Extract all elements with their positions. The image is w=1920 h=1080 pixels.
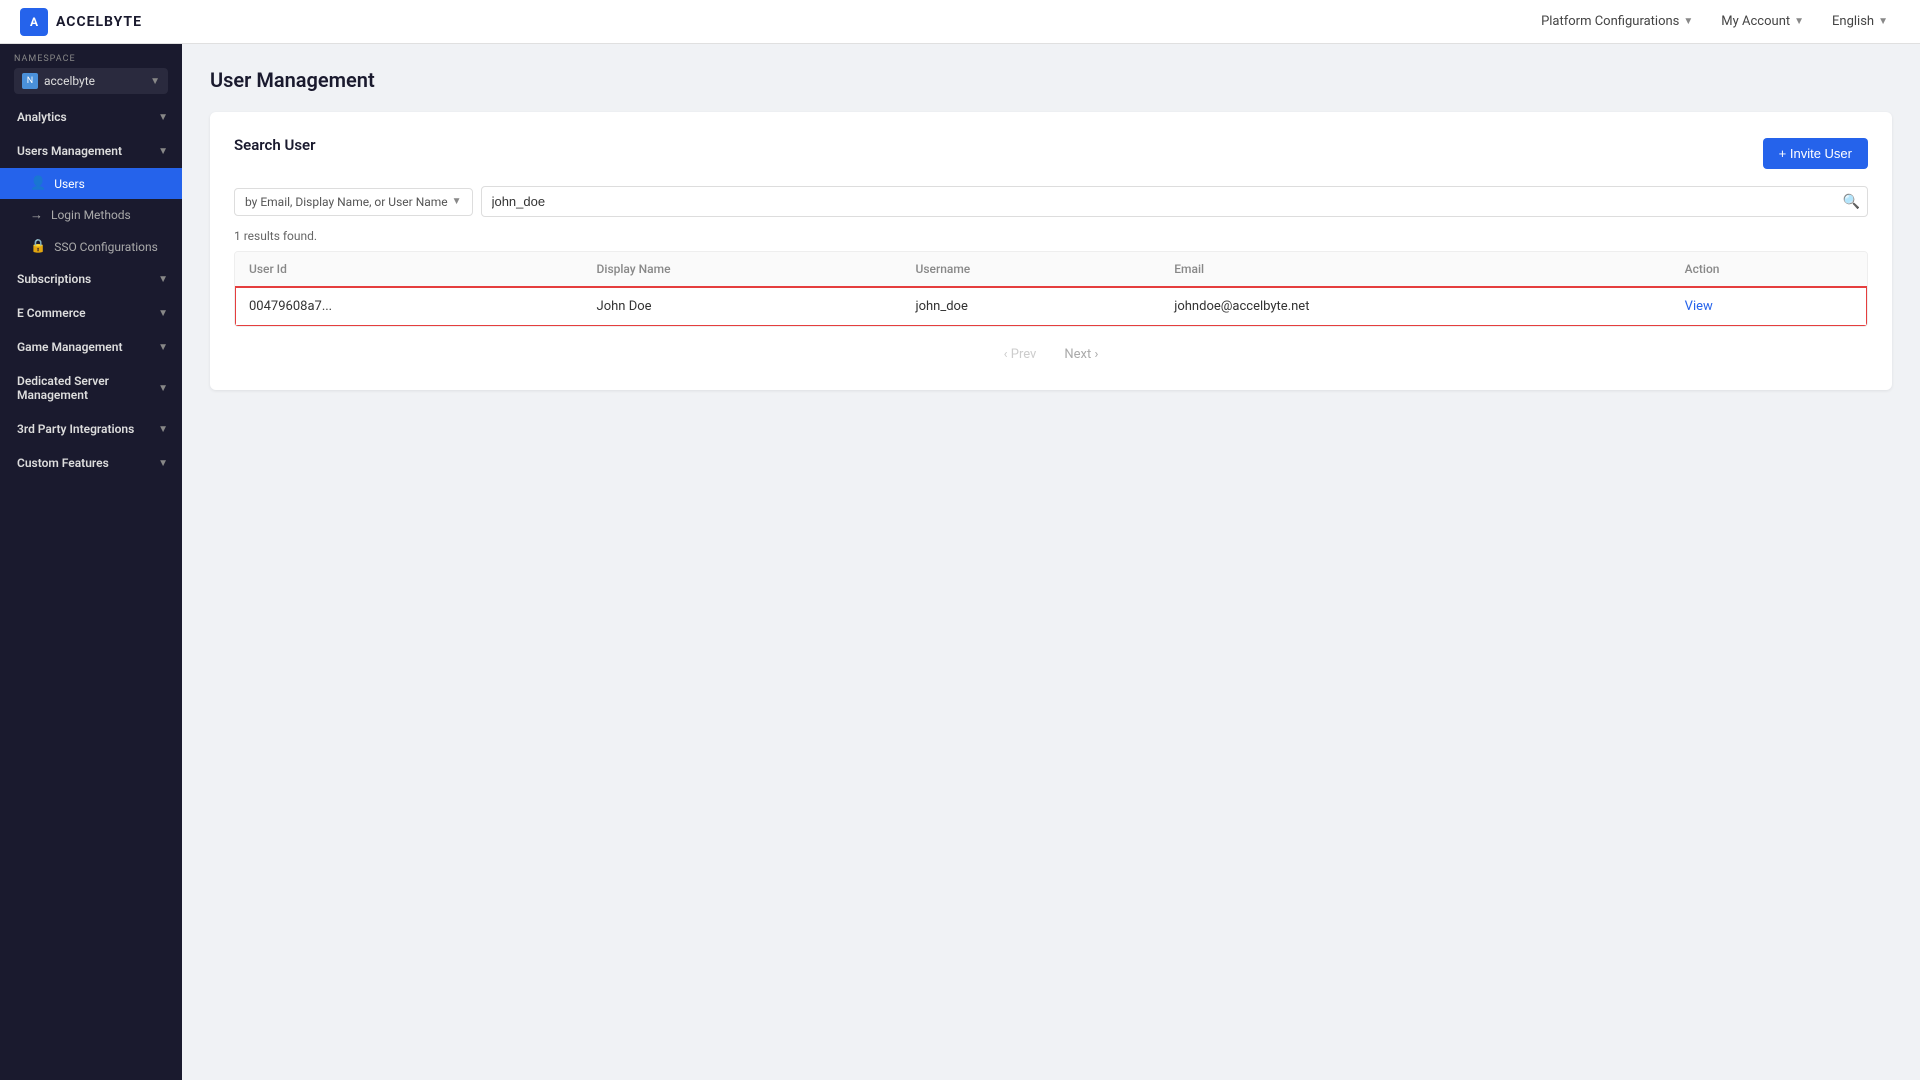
chevron-down-icon: ▼	[1794, 16, 1804, 27]
chevron-down-icon: ▼	[158, 112, 168, 123]
cell-action: View	[1671, 287, 1867, 327]
login-icon: →	[30, 207, 43, 223]
main-layout: NAMESPACE N accelbyte ▼ Analytics ▼ User…	[0, 44, 1920, 1080]
sidebar-item-users-management[interactable]: Users Management ▼	[0, 134, 182, 168]
col-action: Action	[1671, 252, 1867, 287]
prev-button[interactable]: ‹ Prev	[996, 343, 1045, 366]
content-area: User Management Search User + Invite Use…	[182, 44, 1920, 1080]
namespace-selector[interactable]: N accelbyte ▼	[14, 68, 168, 94]
search-icon[interactable]: 🔍	[1843, 194, 1860, 210]
invite-user-button[interactable]: + Invite User	[1763, 138, 1868, 169]
chevron-down-icon: ▼	[452, 196, 462, 207]
sidebar-subitem-users[interactable]: 👤 Users	[0, 168, 182, 199]
top-nav-right: Platform Configurations ▼ My Account ▼ E…	[1529, 10, 1900, 33]
sidebar-subitem-login-methods[interactable]: → Login Methods	[0, 199, 182, 231]
col-email: Email	[1160, 252, 1670, 287]
card-title: Search User	[234, 136, 316, 154]
chevron-down-icon: ▼	[158, 274, 168, 285]
view-link[interactable]: View	[1685, 299, 1713, 314]
sidebar-item-custom-features[interactable]: Custom Features ▼	[0, 446, 182, 480]
chevron-down-icon: ▼	[158, 458, 168, 469]
chevron-down-icon: ▼	[1878, 16, 1888, 27]
search-user-card: Search User + Invite User by Email, Disp…	[210, 112, 1892, 390]
search-filter-dropdown[interactable]: by Email, Display Name, or User Name ▼	[234, 188, 473, 216]
sidebar-item-game-management[interactable]: Game Management ▼	[0, 330, 182, 364]
sidebar: NAMESPACE N accelbyte ▼ Analytics ▼ User…	[0, 44, 182, 1080]
sidebar-item-3rd-party-integrations[interactable]: 3rd Party Integrations ▼	[0, 412, 182, 446]
language-dropdown[interactable]: English ▼	[1820, 10, 1900, 33]
sidebar-item-subscriptions[interactable]: Subscriptions ▼	[0, 262, 182, 296]
chevron-down-icon: ▼	[158, 342, 168, 353]
namespace-icon: N	[22, 73, 38, 89]
cell-username: john_doe	[902, 287, 1161, 327]
namespace-section: NAMESPACE N accelbyte ▼	[0, 44, 182, 100]
col-username: Username	[902, 252, 1161, 287]
namespace-label: NAMESPACE	[14, 54, 168, 64]
logo-text: ACCELBYTE	[56, 14, 142, 30]
logo-icon: A	[20, 8, 48, 36]
search-left: by Email, Display Name, or User Name ▼ 🔍	[234, 186, 1868, 217]
cell-user-id: 00479608a7...	[235, 287, 583, 327]
search-row: by Email, Display Name, or User Name ▼ 🔍	[234, 186, 1868, 217]
namespace-name: accelbyte	[44, 74, 144, 88]
col-user-id: User Id	[235, 252, 583, 287]
results-text: 1 results found.	[234, 229, 1868, 243]
page-title: User Management	[210, 68, 1892, 92]
next-button[interactable]: Next ›	[1056, 343, 1106, 366]
sidebar-subitem-sso-configurations[interactable]: 🔒 SSO Configurations	[0, 231, 182, 262]
chevron-down-icon: ▼	[158, 308, 168, 319]
platform-configurations-dropdown[interactable]: Platform Configurations ▼	[1529, 10, 1705, 33]
table-header-row: User Id Display Name Username Email Acti…	[235, 252, 1867, 287]
chevron-down-icon: ▼	[158, 146, 168, 157]
cell-email: johndoe@accelbyte.net	[1160, 287, 1670, 327]
user-icon: 👤	[30, 176, 46, 191]
top-nav: A ACCELBYTE Platform Configurations ▼ My…	[0, 0, 1920, 44]
sidebar-item-analytics[interactable]: Analytics ▼	[0, 100, 182, 134]
search-input[interactable]	[481, 186, 1868, 217]
users-table: User Id Display Name Username Email Acti…	[234, 251, 1868, 327]
lock-icon: 🔒	[30, 239, 46, 254]
sidebar-item-dedicated-server-management[interactable]: Dedicated Server Management ▼	[0, 364, 182, 412]
my-account-dropdown[interactable]: My Account ▼	[1709, 10, 1816, 33]
chevron-down-icon: ▼	[158, 383, 168, 394]
pagination: ‹ Prev Next ›	[234, 343, 1868, 366]
cell-display-name: John Doe	[583, 287, 902, 327]
chevron-down-icon: ▼	[1683, 16, 1693, 27]
sidebar-item-ecommerce[interactable]: E Commerce ▼	[0, 296, 182, 330]
logo-area: A ACCELBYTE	[20, 8, 142, 36]
search-input-wrapper: 🔍	[481, 186, 1868, 217]
chevron-down-icon: ▼	[150, 76, 160, 87]
chevron-down-icon: ▼	[158, 424, 168, 435]
table-row: 00479608a7... John Doe john_doe johndoe@…	[235, 287, 1867, 327]
col-display-name: Display Name	[583, 252, 902, 287]
